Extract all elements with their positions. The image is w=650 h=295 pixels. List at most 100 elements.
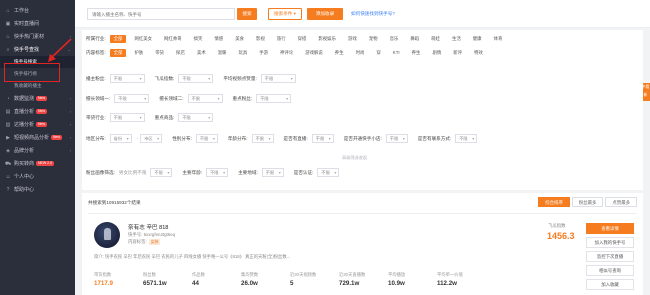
gender-ratio-select[interactable]: 不限	[150, 168, 173, 177]
key-goods-select[interactable]: 不限	[178, 113, 214, 122]
field1-select[interactable]: 不限	[114, 94, 150, 103]
owner-fans-select[interactable]: 不限	[109, 74, 145, 83]
content-tag-chip[interactable]: KTI	[389, 49, 404, 57]
industry-chip[interactable]: 体育	[490, 35, 507, 43]
key-fans-select[interactable]: 不限	[256, 94, 292, 103]
field1-label: 擅长领域一:	[86, 95, 111, 101]
industry-chip[interactable]: 影视娱乐	[314, 35, 340, 43]
owner-fans-label: 播主粉丝:	[86, 75, 106, 81]
advanced-search-button[interactable]: 搜索条件 ▾	[268, 8, 302, 20]
brand-icon: ◈	[6, 147, 10, 154]
content-tag-chip[interactable]: 手游	[255, 49, 272, 57]
province-select[interactable]: 省份	[109, 134, 132, 143]
industry-chip[interactable]: 萌娃	[427, 35, 444, 43]
industry-chip[interactable]: 搞笑	[190, 35, 207, 43]
verified-select[interactable]: 不限	[317, 168, 340, 177]
add-to-my-accounts-button[interactable]: 加入我的快手号	[586, 237, 634, 248]
contact-select[interactable]: 不限	[455, 134, 478, 143]
fan-age-select[interactable]: 不限	[206, 168, 229, 177]
account-name[interactable]: 奈有志 辛巴 818	[128, 223, 168, 231]
tab-most-fans[interactable]: 粉丝最多	[571, 197, 604, 207]
verified-label: 是否认证:	[293, 169, 314, 175]
sidebar-item-help[interactable]: ? 帮助中心	[0, 183, 75, 196]
sidebar-item-workbench[interactable]: ⌂ 工作台	[0, 4, 75, 17]
content-tag-chip[interactable]: 养生	[331, 49, 348, 57]
industry-chip[interactable]: 游戏	[344, 35, 361, 43]
content-tag-chip[interactable]: 神评论	[276, 49, 297, 57]
tab-overall[interactable]: 综合排序	[538, 197, 570, 207]
industry-chip[interactable]: 情感	[210, 35, 227, 43]
sidebar-item-live-analysis[interactable]: ▤ 直播分析 New ›	[0, 105, 75, 118]
view-details-button[interactable]: 查看详情	[586, 223, 634, 234]
avg-likes-select[interactable]: 不限	[260, 74, 296, 83]
has-live-label: 是否有直播:	[283, 135, 308, 141]
monitor-live-button[interactable]: 监控下次直播	[586, 251, 634, 262]
industry-chip[interactable]: 穿搭	[294, 35, 311, 43]
field2-select[interactable]: 不限	[187, 94, 223, 103]
content-tag-chip[interactable]: 美术	[193, 49, 210, 57]
industry-chip[interactable]: 健康	[469, 35, 486, 43]
sales-industry-select[interactable]: 不限	[109, 113, 145, 122]
index-select[interactable]: 不限	[178, 74, 214, 83]
content-tag-label: 内容标签:	[86, 50, 106, 55]
content-tag-chip[interactable]: 剧情	[428, 49, 445, 57]
gender-select[interactable]: 不限	[195, 134, 218, 143]
industry-label: 所属行业:	[86, 36, 106, 41]
content-tag-chip[interactable]: 护肤	[130, 49, 147, 57]
age-select[interactable]: 不限	[251, 134, 274, 143]
shop-select[interactable]: 不限	[385, 134, 408, 143]
help-link[interactable]: 如何快速找到快手号?	[351, 8, 395, 20]
industry-chip[interactable]: 旅行	[273, 35, 290, 43]
sidebar-item-brand[interactable]: ◈ 品牌分析 ›	[0, 144, 75, 157]
stat-item: 近30天直播数 729.1w	[339, 272, 366, 287]
gender-ratio-hint: 男女比例不限	[118, 169, 147, 175]
score-value: 1456.3	[547, 231, 575, 241]
similar-accounts-button[interactable]: 相似号查询	[586, 265, 634, 276]
field2-label: 擅长领域二:	[159, 95, 184, 101]
sidebar-item-streamer-analysis[interactable]: ▥ 达播分析 New ›	[0, 118, 75, 131]
content-tag-chip[interactable]: 温暖	[214, 49, 231, 57]
industry-chip[interactable]: 影视	[252, 35, 269, 43]
sidebar-item-live-room[interactable]: ▣ 实时直播间	[0, 17, 75, 30]
new-badge: New	[51, 135, 63, 140]
content-tag-chip[interactable]: 带货	[151, 49, 168, 57]
content-tag-chip[interactable]: 游戏解说	[301, 49, 327, 57]
search-input[interactable]	[87, 8, 235, 20]
content-tag-chip[interactable]: 养生	[408, 49, 425, 57]
content-tag-chip[interactable]: 特效	[470, 49, 487, 57]
industry-chip[interactable]: 全部	[109, 35, 127, 43]
content-tag-chip[interactable]: 穿	[372, 49, 384, 57]
content-tag-chip[interactable]: 新评	[449, 49, 466, 57]
city-select[interactable]: 市区	[140, 134, 163, 143]
industry-chip[interactable]: 宠物	[365, 35, 382, 43]
add-favorite-button[interactable]: 加入收藏	[586, 279, 634, 290]
content-tag-chip[interactable]: 探店	[172, 49, 189, 57]
has-live-select[interactable]: 不限	[311, 134, 334, 143]
search-icon: ⌕	[6, 46, 10, 53]
tab-most-likes[interactable]: 点赞最多	[605, 197, 637, 207]
industry-chip[interactable]: 美食	[231, 35, 248, 43]
industry-chip[interactable]: 舞蹈	[406, 35, 423, 43]
user-icon: ☺	[5, 173, 11, 180]
industry-chip[interactable]: 网红美女	[130, 35, 156, 43]
sidebar-item-purchase[interactable]: ⛟ 购买转商 NEW 2.0	[0, 157, 75, 170]
fan-region-select[interactable]: 不限	[261, 168, 284, 177]
stat-item: 粉丝数 6571.1w	[143, 272, 167, 287]
monitor-icon: ◔	[6, 95, 10, 102]
score-label: 飞瓜指数	[548, 223, 566, 228]
search-button[interactable]: 搜索	[237, 8, 257, 20]
content-tag-chip[interactable]: 玩具	[234, 49, 251, 57]
category-tag: 女装	[148, 239, 161, 245]
industry-chip[interactable]: 音乐	[386, 35, 403, 43]
sidebar-item-profile[interactable]: ☺ 个人中心	[0, 170, 75, 183]
collapse-advanced-toggle[interactable]: 高级筛选收起	[342, 155, 367, 161]
industry-chip[interactable]: 生活	[448, 35, 465, 43]
industry-chip[interactable]: 网红帅哥	[160, 35, 186, 43]
avatar[interactable]	[94, 222, 120, 248]
sidebar-item-monitor[interactable]: ◔ 数据监测 New ›	[0, 92, 75, 105]
add-record-button[interactable]: 添加收录	[307, 8, 343, 20]
home-icon: ⌂	[6, 7, 10, 14]
content-tag-chip[interactable]: 全部	[109, 49, 127, 57]
content-tag-chip[interactable]: 时尚	[352, 49, 369, 57]
sidebar-item-video-goods[interactable]: ▶ 短视频商品分析 New ›	[0, 131, 75, 144]
